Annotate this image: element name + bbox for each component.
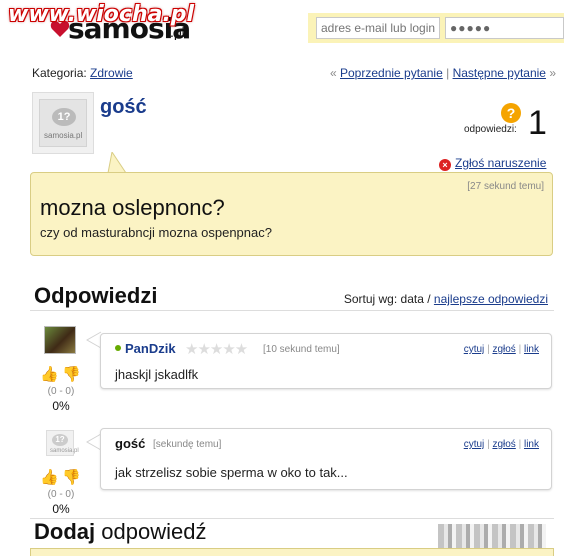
user-avatar-photo[interactable] bbox=[44, 326, 76, 354]
sort-separator: / bbox=[427, 292, 431, 306]
add-answer-title-bold: Dodaj bbox=[34, 519, 96, 544]
category-link[interactable]: Zdrowie bbox=[90, 66, 133, 80]
email-login-input[interactable] bbox=[316, 17, 440, 39]
avatar-placeholder: 1? samosia.pl bbox=[39, 99, 87, 147]
answers-count-label: odpowiedzi: bbox=[464, 124, 517, 135]
action-separator: | bbox=[518, 439, 522, 450]
next-arrow: » bbox=[549, 66, 556, 80]
speech-bubble-icon: 1? bbox=[52, 108, 76, 126]
permalink[interactable]: link bbox=[524, 344, 539, 355]
sort-by-best-link[interactable]: najlepsze odpowiedzi bbox=[434, 292, 548, 306]
answer-author-name: PanDzik bbox=[125, 341, 176, 356]
sort-row: Sortuj wg: data / najlepsze odpowiedzi bbox=[344, 292, 548, 306]
add-answer-box[interactable] bbox=[30, 548, 554, 556]
vote-count: (0 - 0) bbox=[47, 386, 75, 397]
header: samosia .pl www.wiocha.pl bbox=[0, 0, 564, 48]
report-violation[interactable]: × Zgłoś naruszenie bbox=[439, 156, 546, 171]
sort-label: Sortuj wg: bbox=[343, 292, 398, 306]
vote-percent: 0% bbox=[52, 399, 70, 413]
thumb-up-icon[interactable]: 👍 bbox=[40, 469, 59, 487]
vote-thumbs: 👍 👎 bbox=[38, 366, 84, 386]
nav-separator: | bbox=[446, 66, 450, 80]
vote-count: (0 - 0) bbox=[47, 489, 75, 500]
category-row: Kategoria: Zdrowie bbox=[32, 66, 133, 80]
avatar-brand: samosia.pl bbox=[44, 131, 83, 140]
vote-panel: 👍 👎 (0 - 0) 0% bbox=[38, 469, 84, 516]
asker-avatar: 1? samosia.pl bbox=[32, 92, 94, 154]
add-answer-title-rest: odpowiedź bbox=[101, 519, 207, 544]
action-separator: | bbox=[487, 439, 490, 450]
answer-actions: cytuj | zgłoś | link bbox=[464, 439, 539, 450]
question-icon: ? bbox=[501, 103, 521, 123]
question-box: [27 sekund temu] mozna oslepnonc? czy od… bbox=[30, 172, 553, 256]
speech-bubble-icon: 1? bbox=[52, 434, 68, 446]
guest-avatar: 1? samosia.pl bbox=[46, 430, 79, 456]
report-link[interactable]: zgłoś bbox=[492, 439, 515, 450]
online-status-icon bbox=[115, 345, 121, 351]
vote-panel: 👍 👎 (0 - 0) 0% bbox=[38, 366, 84, 413]
asker-name[interactable]: gość bbox=[100, 96, 147, 119]
thumb-down-icon[interactable]: 👎 bbox=[62, 469, 81, 487]
sort-by-date[interactable]: data bbox=[401, 292, 424, 306]
thumb-up-icon[interactable]: 👍 bbox=[40, 366, 59, 384]
answer-author: gość bbox=[115, 436, 146, 451]
divider bbox=[30, 310, 554, 311]
question-bubble-tail bbox=[107, 152, 127, 174]
action-separator: | bbox=[518, 344, 522, 355]
answer-author[interactable]: PanDzik bbox=[115, 341, 176, 356]
cite-link[interactable]: cytuj bbox=[464, 344, 485, 355]
blurred-element bbox=[438, 524, 546, 548]
prev-arrow: « bbox=[329, 66, 337, 80]
cite-link[interactable]: cytuj bbox=[464, 439, 485, 450]
vote-percent: 0% bbox=[52, 502, 70, 516]
answers-title: Odpowiedzi bbox=[34, 283, 158, 308]
add-answer-title: Dodaj odpowiedź bbox=[34, 519, 206, 545]
answers-count: 1 bbox=[528, 104, 547, 142]
category-label: Kategoria: bbox=[32, 66, 87, 80]
password-input[interactable] bbox=[445, 17, 564, 39]
question-title: mozna oslepnonc? bbox=[40, 195, 225, 220]
answer-box: PanDzik ★★★★★ [10 sekund temu] cytuj | z… bbox=[100, 333, 552, 389]
rating-stars-icon: ★★★★★ bbox=[185, 341, 248, 358]
report-icon: × bbox=[439, 159, 451, 171]
vote-thumbs: 👍 👎 bbox=[38, 469, 84, 489]
action-separator: | bbox=[487, 344, 490, 355]
watermark: www.wiocha.pl bbox=[8, 2, 195, 27]
thumb-down-icon[interactable]: 👎 bbox=[62, 366, 81, 384]
next-question-link[interactable]: Następne pytanie bbox=[453, 66, 546, 80]
answer-time: [10 sekund temu] bbox=[263, 344, 340, 355]
report-violation-link[interactable]: Zgłoś naruszenie bbox=[455, 156, 546, 170]
question-body: czy od masturabncji mozna ospenpnac? bbox=[40, 225, 272, 240]
prev-question-link[interactable]: Poprzednie pytanie bbox=[340, 66, 443, 80]
answer-box: gość [sekundę temu] cytuj | zgłoś | link… bbox=[100, 428, 552, 490]
answer-text: jak strzelisz sobie sperma w oko to tak.… bbox=[115, 465, 348, 480]
report-link[interactable]: zgłoś bbox=[492, 344, 515, 355]
question-nav: « Poprzednie pytanie | Następne pytanie … bbox=[330, 66, 556, 80]
answer-text: jhaskjl jskadlfk bbox=[115, 367, 199, 382]
avatar-brand: samosia.pl bbox=[50, 448, 79, 454]
permalink[interactable]: link bbox=[524, 439, 539, 450]
answer-time: [sekundę temu] bbox=[153, 439, 222, 450]
question-time: [27 sekund temu] bbox=[467, 181, 544, 192]
answer-actions: cytuj | zgłoś | link bbox=[464, 344, 539, 355]
